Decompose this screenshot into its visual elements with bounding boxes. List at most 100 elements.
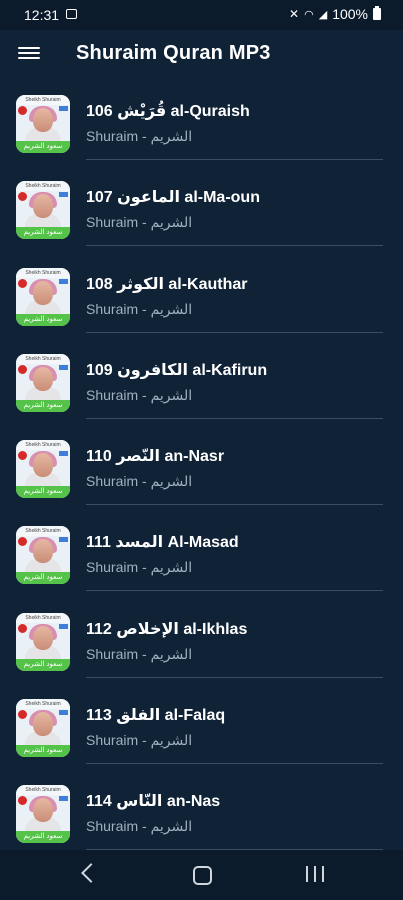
surah-title: 113 الفلق al-Falaq	[86, 707, 226, 725]
surah-title: 111 المسد Al-Masad	[86, 534, 239, 552]
divider	[86, 417, 383, 419]
reciter-thumbnail: Sheikh Shuraim سعود الشريم	[16, 699, 70, 758]
list-item[interactable]: Sheikh Shuraim سعود الشريم 113 الفلق al-…	[0, 692, 403, 778]
hamburger-icon-line	[18, 47, 40, 49]
thumbnail-footer: سعود الشريم	[16, 658, 70, 671]
thumbnail-banner: Sheikh Shuraim	[16, 181, 70, 192]
thumbnail-footer: سعود الشريم	[16, 313, 70, 326]
reciter-thumbnail: Sheikh Shuraim سعود الشريم	[16, 526, 70, 585]
back-button[interactable]	[81, 863, 101, 883]
surah-title: 107 الماعون al-Ma-oun	[86, 189, 260, 207]
divider	[86, 676, 383, 678]
battery-icon	[373, 6, 381, 20]
reciter-name: Shuraim - الشريم	[86, 386, 193, 403]
tag-icon	[59, 278, 68, 284]
reciter-thumbnail: Sheikh Shuraim سعود الشريم	[16, 785, 70, 844]
app-bar: Shuraim Quran MP3	[0, 30, 403, 78]
surah-title: 110 النّصر an-Nasr	[86, 448, 225, 466]
thumbnail-footer: سعود الشريم	[16, 399, 70, 412]
divider	[86, 504, 383, 506]
thumbnail-banner: Sheikh Shuraim	[16, 526, 70, 537]
reciter-thumbnail: Sheikh Shuraim سعود الشريم	[16, 353, 70, 412]
tag-icon	[59, 106, 68, 111]
record-dot-icon	[18, 106, 27, 115]
battery-percent: 100%	[332, 6, 368, 22]
tag-icon	[59, 623, 68, 629]
home-button[interactable]	[193, 866, 212, 885]
surah-title: 109 الكافرون al-Kafirun	[86, 361, 268, 379]
tag-icon	[59, 796, 68, 802]
divider	[86, 763, 383, 765]
signal-icon: ◢	[318, 8, 328, 21]
list-item[interactable]: Sheikh Shuraim سعود الشريم 111 المسد Al-…	[0, 519, 403, 605]
list-item[interactable]: Sheikh Shuraim سعود الشريم 109 الكافرون …	[0, 347, 403, 433]
reciter-name: Shuraim - الشريم	[86, 128, 193, 144]
thumbnail-banner: Sheikh Shuraim	[16, 699, 70, 710]
status-time: 12:31	[24, 7, 60, 23]
thumbnail-footer: سعود الشريم	[16, 486, 70, 499]
navigation-bar	[0, 850, 403, 900]
reciter-name: Shuraim - الشريم	[86, 214, 193, 231]
record-dot-icon	[18, 364, 27, 374]
surah-title: 114 النّاس an-Nas	[86, 793, 221, 811]
surah-title: 112 الإخلاص al-Ikhlas	[86, 620, 248, 638]
list-item[interactable]: Sheikh Shuraim سعود الشريم 110 النّصر an…	[0, 433, 403, 519]
record-dot-icon	[18, 278, 27, 288]
reciter-name: Shuraim - الشريم	[86, 645, 193, 662]
reciter-name: Shuraim - الشريم	[86, 300, 193, 317]
hamburger-icon-line	[18, 52, 40, 54]
record-dot-icon	[18, 623, 27, 633]
wifi-icon: ◠	[304, 8, 314, 21]
record-dot-icon	[18, 537, 27, 547]
reciter-thumbnail: Sheikh Shuraim سعود الشريم	[16, 612, 70, 671]
thumbnail-footer: سعود الشريم	[16, 141, 70, 153]
divider	[86, 245, 383, 247]
mute-icon: ✕	[289, 7, 300, 21]
tag-icon	[59, 537, 68, 543]
list-item[interactable]: Sheikh Shuraim سعود الشريم 108 الكوثر al…	[0, 261, 403, 347]
reciter-name: Shuraim - الشريم	[86, 473, 193, 490]
surah-title: 106 قُرَيْش al-Quraish	[86, 103, 250, 120]
reciter-thumbnail: Sheikh Shuraim سعود الشريم	[16, 181, 70, 240]
image-notification-icon	[66, 9, 77, 19]
status-bar: 12:31 ✕ ◠ ◢ 100%	[0, 0, 403, 30]
tag-icon	[59, 451, 68, 457]
list-item[interactable]: Sheikh Shuraim سعود الشريم 107 الماعون a…	[0, 174, 403, 260]
reciter-face	[33, 194, 53, 219]
reciter-face	[33, 625, 53, 650]
reciter-face	[33, 366, 53, 391]
reciter-face	[33, 712, 53, 737]
record-dot-icon	[18, 710, 27, 720]
app-title: Shuraim Quran MP3	[76, 42, 271, 64]
thumbnail-footer: سعود الشريم	[16, 831, 70, 844]
reciter-face	[33, 280, 53, 305]
reciter-face	[33, 798, 53, 823]
thumbnail-banner: Sheikh Shuraim	[16, 612, 70, 623]
divider	[86, 331, 383, 333]
record-dot-icon	[18, 451, 27, 461]
list-item[interactable]: Sheikh Shuraim سعود الشريم 112 الإخلاص a…	[0, 606, 403, 692]
recents-button[interactable]	[306, 866, 324, 882]
menu-button[interactable]	[18, 44, 40, 62]
thumbnail-banner: Sheikh Shuraim	[16, 785, 70, 796]
reciter-thumbnail: Sheikh Shuraim سعود الشريم	[16, 440, 70, 499]
status-right: ✕ ◠ ◢ 100%	[289, 6, 381, 22]
list-item[interactable]: Sheikh Shuraim سعود الشريم 106 قُرَيْش a…	[0, 88, 403, 174]
thumbnail-banner: Sheikh Shuraim	[16, 440, 70, 451]
reciter-face	[33, 108, 53, 132]
surah-list: Sheikh Shuraim سعود الشريم 106 قُرَيْش a…	[0, 88, 403, 865]
reciter-thumbnail: Sheikh Shuraim سعود الشريم	[16, 95, 70, 153]
thumbnail-banner: Sheikh Shuraim	[16, 353, 70, 364]
reciter-face	[33, 539, 53, 564]
record-dot-icon	[18, 192, 27, 202]
hamburger-icon-line	[18, 57, 40, 59]
surah-title: 108 الكوثر al-Kauthar	[86, 275, 248, 293]
reciter-thumbnail: Sheikh Shuraim سعود الشريم	[16, 267, 70, 326]
divider	[86, 159, 383, 160]
tag-icon	[59, 192, 68, 198]
tag-icon	[59, 710, 68, 716]
reciter-name: Shuraim - الشريم	[86, 732, 193, 749]
divider	[86, 590, 383, 592]
record-dot-icon	[18, 796, 27, 806]
thumbnail-banner: Sheikh Shuraim	[16, 267, 70, 278]
